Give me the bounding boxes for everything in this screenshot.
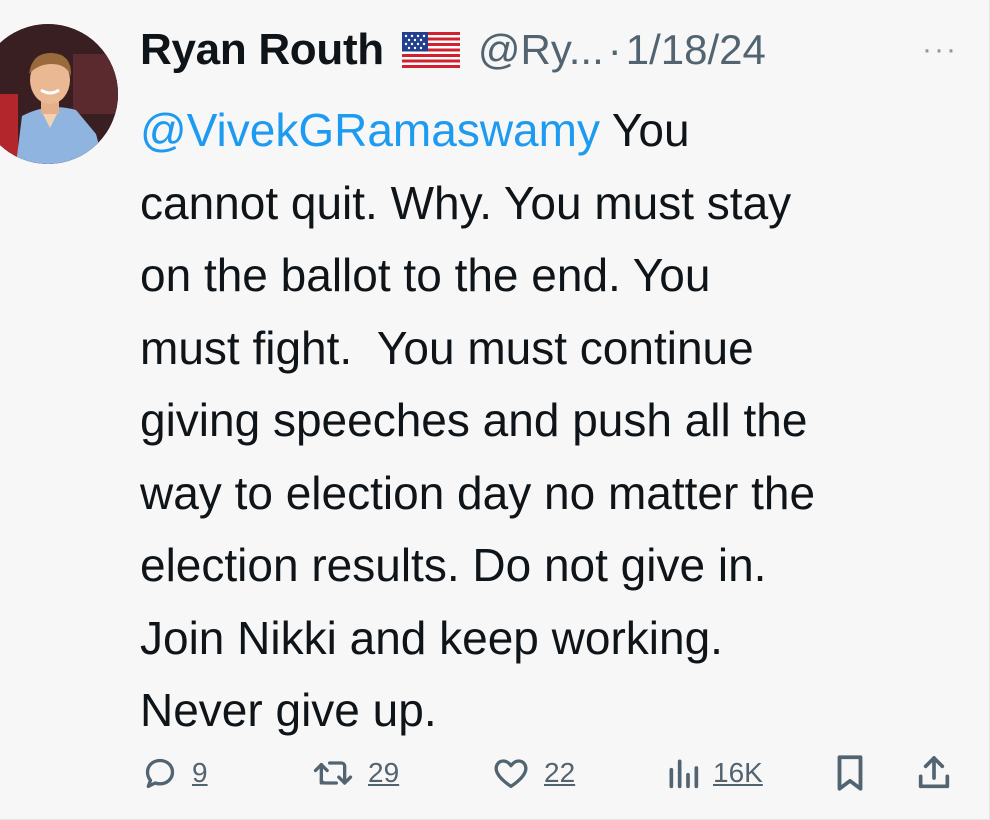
- views-button[interactable]: 16K: [665, 748, 763, 798]
- tweet-text-line: on the ballot to the end. You: [140, 239, 970, 312]
- share-icon: [914, 752, 954, 794]
- separator-dot: ·: [607, 26, 622, 73]
- tweet-text-segment: Join Nikki and keep working.: [140, 611, 723, 664]
- reply-button[interactable]: 9: [140, 748, 208, 798]
- tweet-text-line: way to election day no matter the: [140, 457, 970, 530]
- author-handle[interactable]: @Ry...: [478, 26, 604, 74]
- tweet-text-segment: Never give up.: [140, 684, 437, 736]
- us-flag-icon: [401, 32, 460, 68]
- tweet-text-line: @VivekGRamaswamy You: [140, 94, 970, 167]
- retweet-icon: [310, 753, 356, 793]
- author-name[interactable]: Ryan Routh: [140, 25, 384, 75]
- like-button[interactable]: 22: [490, 748, 575, 798]
- views-icon: [665, 753, 701, 793]
- like-count: 22: [544, 757, 576, 788]
- retweet-count: 29: [368, 757, 400, 788]
- avatar[interactable]: [0, 24, 118, 164]
- share-button[interactable]: [914, 748, 954, 798]
- bookmark-button[interactable]: [832, 748, 868, 798]
- tweet-header: Ryan Routh @Ry... · 1/18/24 ···: [140, 22, 970, 78]
- tweet-text-segment: must fight. You must continue: [140, 321, 754, 374]
- tweet-text: @VivekGRamaswamy You cannot quit. Why. Yo…: [140, 94, 970, 747]
- tweet-card: Ryan Routh @Ry... · 1/18/24 ··· @VivekGR…: [0, 0, 990, 820]
- tweet-text-line: must fight. You must continue: [140, 312, 970, 385]
- more-horizontal-icon[interactable]: ···: [922, 33, 958, 67]
- tweet-text-line: election results. Do not give in.: [140, 529, 970, 602]
- retweet-button[interactable]: 29: [310, 748, 399, 798]
- tweet-text-segment: cannot quit. Why. You must stay: [140, 176, 792, 229]
- views-count: 16K: [713, 757, 763, 788]
- tweet-text-line: giving speeches and push all the: [140, 384, 970, 457]
- tweet-text-segment: You: [599, 104, 690, 156]
- tweet-text-segment: way to election day no matter the: [140, 466, 816, 519]
- heart-icon: [490, 753, 532, 793]
- tweet-text-segment: election results. Do not give in.: [140, 539, 767, 591]
- tweet-text-line: cannot quit. Why. You must stay: [140, 167, 970, 240]
- reply-icon: [140, 753, 180, 793]
- tweet-text-segment: on the ballot to the end. You: [140, 249, 711, 301]
- reply-count: 9: [192, 757, 208, 788]
- tweet-text-segment: giving speeches and push all the: [140, 394, 808, 446]
- mention-link[interactable]: @VivekGRamaswamy: [140, 104, 600, 156]
- tweet-date[interactable]: 1/18/24: [626, 26, 766, 74]
- action-bar: 9 29 22 16K: [140, 748, 960, 798]
- profile-photo: [0, 24, 118, 164]
- tweet-text-line: Join Nikki and keep working.: [140, 602, 970, 675]
- bookmark-icon: [832, 752, 868, 794]
- tweet-text-line: Never give up.: [140, 674, 970, 747]
